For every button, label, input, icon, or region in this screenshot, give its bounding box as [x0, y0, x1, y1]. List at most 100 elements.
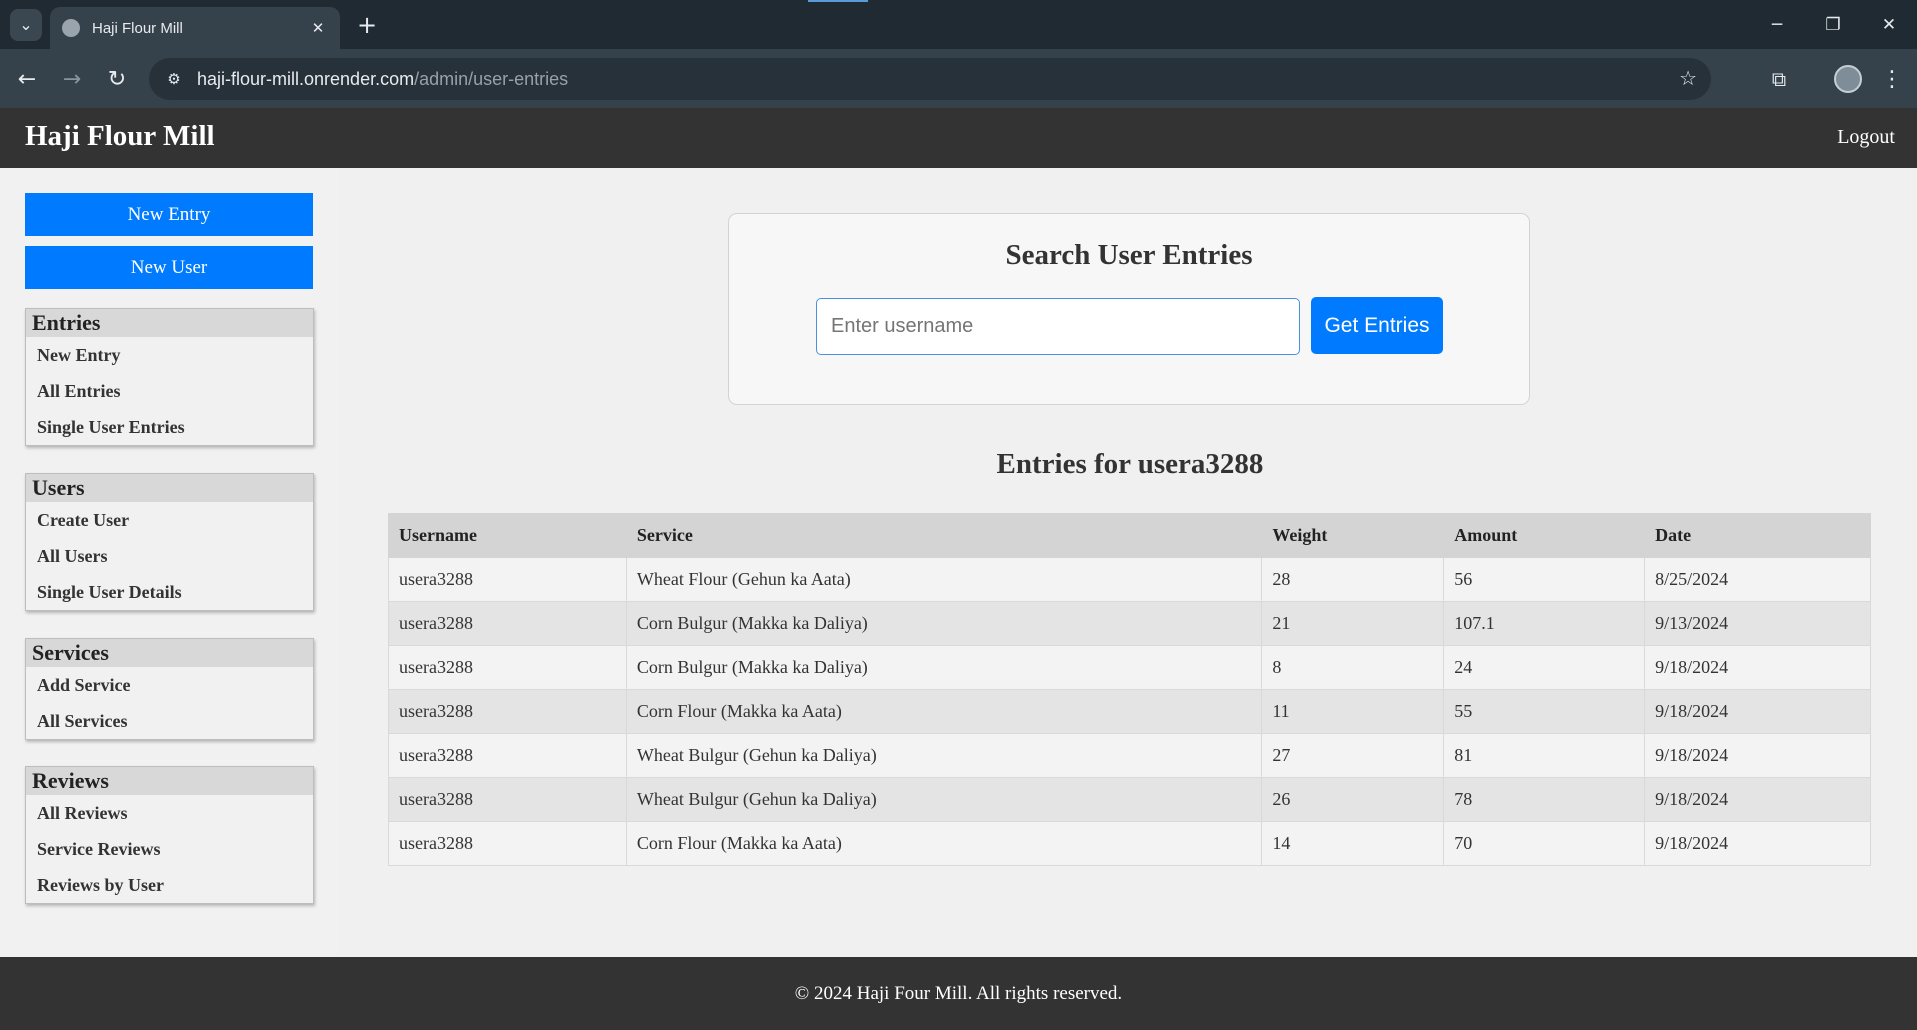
cell-weight: 11 — [1261, 689, 1445, 734]
tab-loading-indicator — [808, 0, 868, 2]
cell-date: 9/18/2024 — [1644, 645, 1871, 690]
site-footer: © 2024 Haji Four Mill. All rights reserv… — [0, 957, 1917, 1030]
table-row: usera3288 Corn Bulgur (Makka ka Daliya) 21… — [388, 601, 1871, 646]
cell-weight: 28 — [1261, 557, 1445, 602]
close-icon: ✕ — [1881, 14, 1897, 35]
sidebar: New Entry New User Entries New Entry All… — [0, 168, 338, 957]
cell-weight: 14 — [1261, 821, 1445, 866]
cell-service: Corn Flour (Makka ka Aata) — [625, 689, 1263, 734]
url-text: haji-flour-mill.onrender.com/admin/user-… — [197, 69, 568, 90]
sidebar-item-create-user[interactable]: Create User — [26, 502, 313, 538]
browser-tab-strip: ⌄ Haji Flour Mill ✕ + ─ ❐ ✕ — [0, 0, 1917, 49]
sidebar-item-service-reviews[interactable]: Service Reviews — [26, 831, 313, 867]
forward-button[interactable]: → — [56, 63, 88, 95]
cell-date: 9/13/2024 — [1644, 601, 1871, 646]
close-window-button[interactable]: ✕ — [1861, 0, 1917, 49]
cell-username: usera3288 — [388, 601, 627, 646]
extensions-button[interactable]: ⧉ — [1763, 63, 1795, 95]
cell-amount: 24 — [1443, 645, 1646, 690]
minimize-icon: ─ — [1771, 14, 1783, 35]
sidebar-group-title: Entries — [26, 309, 313, 337]
search-title: Search User Entries — [1005, 239, 1253, 271]
table-row: usera3288 Wheat Bulgur (Gehun ka Daliya) 2… — [388, 733, 1871, 778]
cell-username: usera3288 — [388, 689, 627, 734]
sidebar-group-title: Services — [26, 639, 313, 667]
sidebar-item-reviews-by-user[interactable]: Reviews by User — [26, 867, 313, 903]
entries-title: Entries for usera3288 — [996, 448, 1264, 480]
get-entries-button[interactable]: Get Entries — [1311, 297, 1443, 354]
kebab-icon: ⋮ — [1881, 66, 1903, 92]
sidebar-group-users: Users Create User All Users Single User … — [25, 473, 314, 611]
cell-username: usera3288 — [388, 645, 627, 690]
column-header-date: Date — [1644, 513, 1871, 558]
cell-amount: 56 — [1443, 557, 1646, 602]
sidebar-item-all-users[interactable]: All Users — [26, 538, 313, 574]
plus-icon: + — [356, 11, 378, 39]
sidebar-item-all-entries[interactable]: All Entries — [26, 373, 313, 409]
sidebar-item-new-entry[interactable]: New Entry — [26, 337, 313, 373]
main-content: Search User Entries Get Entries Entries … — [338, 168, 1917, 957]
sidebar-group-entries: Entries New Entry All Entries Single Use… — [25, 308, 314, 446]
cell-date: 9/18/2024 — [1644, 821, 1871, 866]
cell-date: 9/18/2024 — [1644, 689, 1871, 734]
url-path: /admin/user-entries — [414, 68, 569, 89]
url-host: haji-flour-mill.onrender.com — [197, 68, 415, 89]
entries-table: Username Service Weight Amount Date user… — [388, 513, 1871, 866]
new-entry-button[interactable]: New Entry — [25, 193, 313, 236]
cell-service: Wheat Flour (Gehun ka Aata) — [625, 557, 1263, 602]
address-bar[interactable]: ⚙ haji-flour-mill.onrender.com/admin/use… — [149, 58, 1711, 100]
sidebar-item-single-user-details[interactable]: Single User Details — [26, 574, 313, 610]
new-user-button[interactable]: New User — [25, 246, 313, 289]
sidebar-item-single-user-entries[interactable]: Single User Entries — [26, 409, 313, 445]
tab-search-button[interactable]: ⌄ — [10, 9, 42, 41]
cell-amount: 78 — [1443, 777, 1646, 822]
globe-icon — [62, 19, 80, 37]
column-header-service: Service — [625, 513, 1263, 558]
brand-title[interactable]: Haji Flour Mill — [25, 120, 215, 153]
logout-link[interactable]: Logout — [1837, 126, 1895, 149]
cell-weight: 21 — [1261, 601, 1445, 646]
sidebar-item-add-service[interactable]: Add Service — [26, 667, 313, 703]
profile-avatar[interactable] — [1834, 65, 1862, 93]
cell-amount: 55 — [1443, 689, 1646, 734]
new-tab-button[interactable]: + — [352, 10, 382, 40]
cell-date: 9/18/2024 — [1644, 733, 1871, 778]
table-header-row: Username Service Weight Amount Date — [388, 513, 1871, 558]
entries-table-body: usera3288 Wheat Flour (Gehun ka Aata) 28 56… — [388, 557, 1871, 866]
tune-icon[interactable]: ⚙ — [161, 66, 187, 92]
username-search-input[interactable] — [816, 298, 1300, 355]
tab-title: Haji Flour Mill — [92, 19, 183, 37]
sidebar-group-reviews: Reviews All Reviews Service Reviews Revi… — [25, 766, 314, 904]
arrow-left-icon: ← — [17, 66, 37, 92]
cell-weight: 26 — [1261, 777, 1445, 822]
sidebar-group-title: Reviews — [26, 767, 313, 795]
sidebar-item-all-reviews[interactable]: All Reviews — [26, 795, 313, 831]
cell-username: usera3288 — [388, 557, 627, 602]
browser-tab[interactable]: Haji Flour Mill ✕ — [50, 7, 340, 49]
star-icon[interactable]: ☆ — [1679, 66, 1697, 90]
cell-weight: 27 — [1261, 733, 1445, 778]
footer-copyright: © 2024 Haji Four Mill. All rights reserv… — [794, 982, 1123, 1004]
back-button[interactable]: ← — [11, 63, 43, 95]
restore-icon: ❐ — [1825, 14, 1841, 35]
cell-service: Corn Bulgur (Makka ka Daliya) — [625, 645, 1263, 690]
restore-button[interactable]: ❐ — [1805, 0, 1861, 49]
window-controls: ─ ❐ ✕ — [1749, 0, 1917, 49]
minimize-button[interactable]: ─ — [1749, 0, 1805, 49]
close-icon[interactable]: ✕ — [308, 19, 328, 37]
cell-weight: 8 — [1261, 645, 1445, 690]
cell-amount: 81 — [1443, 733, 1646, 778]
chevron-down-icon: ⌄ — [19, 17, 33, 34]
reload-button[interactable]: ↻ — [101, 63, 133, 95]
sidebar-group-title: Users — [26, 474, 313, 502]
table-row: usera3288 Wheat Bulgur (Gehun ka Daliya) 2… — [388, 777, 1871, 822]
cell-username: usera3288 — [388, 777, 627, 822]
browser-menu-button[interactable]: ⋮ — [1876, 63, 1908, 95]
sidebar-item-all-services[interactable]: All Services — [26, 703, 313, 739]
site-header: Haji Flour Mill Logout — [0, 108, 1917, 168]
puzzle-icon: ⧉ — [1771, 67, 1787, 91]
cell-amount: 70 — [1443, 821, 1646, 866]
cell-amount: 107.1 — [1443, 601, 1646, 646]
cell-service: Wheat Bulgur (Gehun ka Daliya) — [625, 733, 1263, 778]
cell-username: usera3288 — [388, 733, 627, 778]
